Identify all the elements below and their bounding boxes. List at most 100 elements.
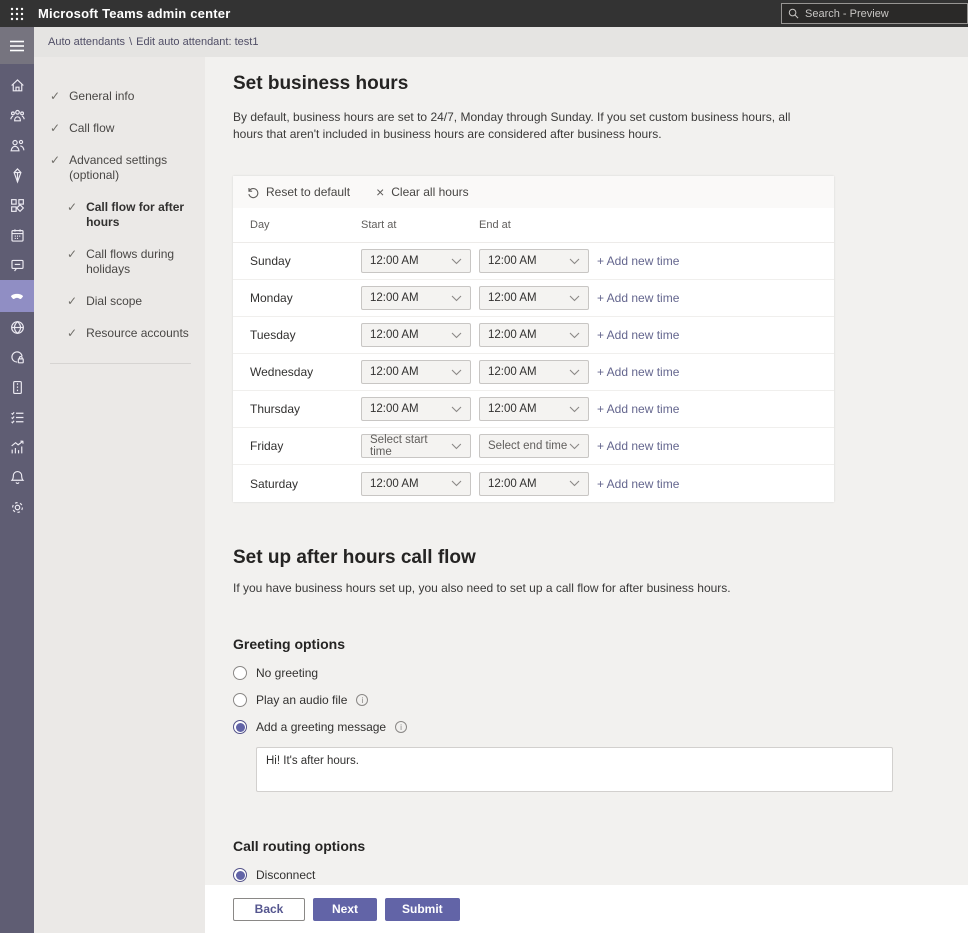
planner-book-icon[interactable] bbox=[0, 372, 34, 402]
day-label: Saturday bbox=[250, 477, 361, 491]
locations-globe-icon[interactable] bbox=[0, 312, 34, 342]
chevron-down-icon bbox=[451, 406, 462, 413]
meetings-calendar-icon[interactable] bbox=[0, 220, 34, 250]
end-time-select[interactable]: 12:00 AM bbox=[479, 323, 589, 347]
back-button[interactable]: Back bbox=[233, 898, 305, 921]
day-label: Sunday bbox=[250, 254, 361, 268]
next-button[interactable]: Next bbox=[313, 898, 377, 921]
top-bar: Microsoft Teams admin center bbox=[0, 0, 968, 27]
step-dial-scope[interactable]: ✓ Dial scope bbox=[67, 294, 195, 309]
greeting-options-title: Greeting options bbox=[233, 636, 968, 652]
chevron-down-icon bbox=[569, 406, 580, 413]
radio-play-audio-file[interactable]: Play an audio file i bbox=[233, 693, 968, 707]
notifications-bell-icon[interactable] bbox=[0, 462, 34, 492]
messaging-chat-icon[interactable] bbox=[0, 250, 34, 280]
policies-checklist-icon[interactable] bbox=[0, 402, 34, 432]
home-icon[interactable] bbox=[0, 70, 34, 100]
step-advanced-settings[interactable]: ✓ Advanced settings (optional) bbox=[50, 153, 195, 183]
radio-icon[interactable] bbox=[233, 666, 247, 680]
end-time-select[interactable]: 12:00 AM bbox=[479, 472, 589, 496]
day-label: Tuesday bbox=[250, 328, 361, 342]
radio-icon-selected[interactable] bbox=[233, 720, 247, 734]
step-resource-accounts[interactable]: ✓ Resource accounts bbox=[67, 326, 195, 341]
chevron-down-icon bbox=[451, 295, 462, 302]
radio-disconnect[interactable]: Disconnect bbox=[233, 868, 968, 882]
add-new-time-link[interactable]: + Add new time bbox=[597, 477, 834, 491]
day-label: Wednesday bbox=[250, 365, 361, 379]
teams-icon[interactable] bbox=[0, 100, 34, 130]
add-new-time-link[interactable]: + Add new time bbox=[597, 365, 834, 379]
end-time-select[interactable]: 12:00 AM bbox=[479, 397, 589, 421]
step-call-flows-holidays[interactable]: ✓ Call flows during holidays bbox=[67, 247, 195, 277]
start-time-select[interactable]: 12:00 AM bbox=[361, 323, 471, 347]
col-header-start: Start at bbox=[361, 219, 479, 231]
page-description: By default, business hours are set to 24… bbox=[233, 109, 811, 143]
info-icon[interactable]: i bbox=[395, 721, 407, 733]
radio-no-greeting[interactable]: No greeting bbox=[233, 666, 968, 680]
col-header-end: End at bbox=[479, 219, 597, 231]
end-time-select[interactable]: 12:00 AM bbox=[479, 286, 589, 310]
radio-label: Add a greeting message bbox=[256, 720, 386, 734]
start-time-select[interactable]: 12:00 AM bbox=[361, 397, 471, 421]
teams-admin-center: Microsoft Teams admin center bbox=[0, 0, 968, 933]
start-time-select[interactable]: 12:00 AM bbox=[361, 472, 471, 496]
after-hours-title: Set up after hours call flow bbox=[233, 547, 968, 569]
col-header-day: Day bbox=[250, 219, 361, 231]
chevron-down-icon bbox=[569, 443, 580, 450]
page-title: Set business hours bbox=[233, 73, 968, 95]
analytics-chart-icon[interactable] bbox=[0, 432, 34, 462]
hamburger-menu-icon[interactable] bbox=[0, 27, 34, 64]
end-time-select[interactable]: 12:00 AM bbox=[479, 249, 589, 273]
check-icon: ✓ bbox=[50, 121, 60, 136]
radio-icon-selected[interactable] bbox=[233, 868, 247, 882]
radio-add-greeting-message[interactable]: Add a greeting message i bbox=[233, 720, 968, 734]
start-time-select[interactable]: Select start time bbox=[361, 434, 471, 458]
day-label: Friday bbox=[250, 439, 361, 453]
submit-button[interactable]: Submit bbox=[385, 898, 460, 921]
apps-icon[interactable] bbox=[0, 190, 34, 220]
search-box[interactable] bbox=[781, 3, 968, 24]
users-icon[interactable] bbox=[0, 130, 34, 160]
greeting-message-textarea[interactable]: Hi! It's after hours. bbox=[256, 747, 893, 792]
end-time-select[interactable]: 12:00 AM bbox=[479, 360, 589, 384]
breadcrumb-parent[interactable]: Auto attendants bbox=[48, 36, 125, 48]
app-title: Microsoft Teams admin center bbox=[38, 6, 230, 21]
clear-all-hours-button[interactable]: × Clear all hours bbox=[376, 185, 469, 199]
table-row-sunday: Sunday 12:00 AM 12:00 AM + Add new time bbox=[233, 243, 834, 280]
start-time-select[interactable]: 12:00 AM bbox=[361, 249, 471, 273]
start-time-select[interactable]: 12:00 AM bbox=[361, 286, 471, 310]
main-content: Set business hours By default, business … bbox=[205, 57, 968, 933]
security-lock-icon[interactable] bbox=[0, 342, 34, 372]
step-general-info[interactable]: ✓ General info bbox=[50, 89, 195, 104]
add-new-time-link[interactable]: + Add new time bbox=[597, 439, 834, 453]
radio-icon[interactable] bbox=[233, 693, 247, 707]
add-new-time-link[interactable]: + Add new time bbox=[597, 328, 834, 342]
settings-gear-icon[interactable] bbox=[0, 492, 34, 522]
reset-to-default-button[interactable]: Reset to default bbox=[246, 185, 350, 199]
clear-x-icon: × bbox=[376, 186, 384, 198]
breadcrumb: Auto attendants \ Edit auto attendant: t… bbox=[34, 27, 968, 57]
radio-label: Play an audio file bbox=[256, 693, 347, 707]
add-new-time-link[interactable]: + Add new time bbox=[597, 254, 834, 268]
add-new-time-link[interactable]: + Add new time bbox=[597, 291, 834, 305]
app-launcher-waffle-icon[interactable] bbox=[0, 0, 34, 27]
step-call-flow-after-hours[interactable]: ✓ Call flow for after hours bbox=[67, 200, 195, 230]
table-row-friday: Friday Select start time Select end time… bbox=[233, 428, 834, 465]
stepnav-divider bbox=[50, 363, 191, 364]
search-input[interactable] bbox=[805, 8, 955, 20]
step-label: Call flow for after hours bbox=[86, 200, 195, 230]
chevron-down-icon bbox=[451, 369, 462, 376]
step-call-flow[interactable]: ✓ Call flow bbox=[50, 121, 195, 136]
chevron-down-icon bbox=[451, 443, 462, 450]
end-time-select[interactable]: Select end time bbox=[479, 434, 589, 458]
devices-icon[interactable] bbox=[0, 160, 34, 190]
start-time-select[interactable]: 12:00 AM bbox=[361, 360, 471, 384]
info-icon[interactable]: i bbox=[356, 694, 368, 706]
voice-phone-icon[interactable] bbox=[0, 280, 34, 312]
call-routing-title: Call routing options bbox=[233, 838, 968, 854]
add-new-time-link[interactable]: + Add new time bbox=[597, 402, 834, 416]
check-icon: ✓ bbox=[67, 247, 77, 277]
step-label: Advanced settings (optional) bbox=[69, 153, 181, 183]
table-row-tuesday: Tuesday 12:00 AM 12:00 AM + Add new time bbox=[233, 317, 834, 354]
table-row-saturday: Saturday 12:00 AM 12:00 AM + Add new tim… bbox=[233, 465, 834, 502]
